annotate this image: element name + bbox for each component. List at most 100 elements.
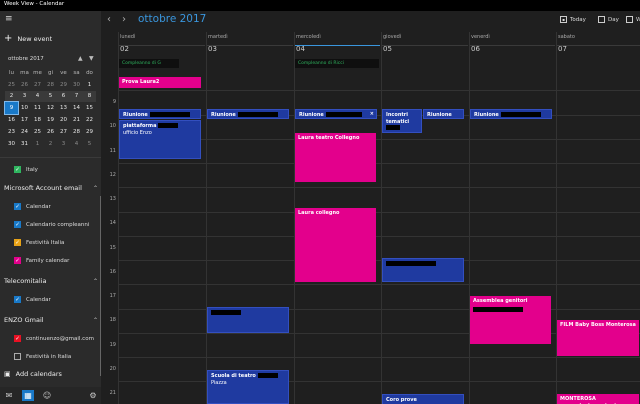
- mini-day[interactable]: 20: [57, 114, 70, 126]
- checkbox-checked-icon[interactable]: ✓: [14, 335, 21, 342]
- mail-icon[interactable]: ✉: [3, 390, 15, 401]
- day-header-friday[interactable]: venerdì 06: [469, 32, 555, 77]
- event-film-baby-boss[interactable]: FILM Baby Boss Monterosa: [557, 320, 639, 356]
- month-title[interactable]: ottobre 2017: [138, 13, 206, 25]
- mini-day[interactable]: 29: [57, 79, 70, 91]
- checkbox-unchecked-icon[interactable]: [14, 353, 21, 360]
- chevron-up-icon[interactable]: ▲: [78, 55, 83, 62]
- mini-day[interactable]: 11: [31, 102, 44, 114]
- account-group-gmail[interactable]: ENZO Gmail ⌃: [4, 316, 98, 324]
- event-riunione-thu[interactable]: Riunione: [423, 109, 464, 119]
- mini-day[interactable]: 28: [44, 79, 57, 91]
- people-icon[interactable]: ☺: [41, 390, 53, 401]
- day-header-tuesday[interactable]: martedì 03: [206, 32, 293, 77]
- next-week-icon[interactable]: ›: [122, 14, 126, 25]
- day-view-button[interactable]: Day: [598, 16, 619, 23]
- week-view-button[interactable]: W: [626, 16, 640, 23]
- mini-day[interactable]: 24: [18, 126, 31, 138]
- mini-day[interactable]: 23: [5, 126, 18, 138]
- calendar-item-italy[interactable]: ✓ Italy: [14, 166, 38, 173]
- checkbox-checked-icon[interactable]: ✓: [14, 166, 21, 173]
- day-header-saturday[interactable]: sabato 07: [556, 32, 640, 77]
- mini-day[interactable]: 12: [44, 102, 57, 114]
- mini-day[interactable]: 29: [83, 126, 96, 138]
- mini-day[interactable]: 3: [57, 138, 70, 150]
- mini-day[interactable]: 25: [5, 79, 18, 91]
- account-group-telecom[interactable]: Telecomitalia ⌃: [4, 277, 98, 285]
- chevron-down-icon[interactable]: ▼: [89, 55, 94, 62]
- event-incontri-tematici[interactable]: Incontri tematici: [382, 109, 422, 133]
- mini-day[interactable]: 5: [44, 90, 57, 103]
- all-day-event[interactable]: Compleanno di G: [119, 59, 179, 68]
- mini-day[interactable]: 25: [31, 126, 44, 138]
- event-monterosa-presentazione[interactable]: MONTEROSA presentazione stagione: [557, 394, 639, 404]
- event-laura-collegno[interactable]: Laura collegno: [295, 208, 376, 282]
- day-header-monday[interactable]: lunedì 02: [118, 32, 205, 77]
- event-riunione-mon[interactable]: Riunione: [119, 109, 201, 119]
- mini-day[interactable]: 4: [31, 90, 44, 103]
- calendar-item-telecom[interactable]: ✓ Calendar: [14, 296, 51, 303]
- new-event-button[interactable]: + New event: [4, 34, 52, 44]
- mini-day[interactable]: 17: [18, 114, 31, 126]
- mini-day[interactable]: 16: [5, 114, 18, 126]
- mini-day[interactable]: 6: [57, 90, 70, 103]
- settings-gear-icon[interactable]: ⚙: [87, 390, 99, 401]
- today-button[interactable]: ▪ Today: [560, 16, 586, 23]
- mini-day[interactable]: 18: [31, 114, 44, 126]
- event-piattaforma[interactable]: piattaforma ufficio Enzo: [119, 120, 201, 159]
- mini-day[interactable]: 26: [18, 79, 31, 91]
- event-thursday-afternoon[interactable]: [382, 258, 464, 282]
- checkbox-checked-icon[interactable]: ✓: [14, 296, 21, 303]
- mini-day[interactable]: 13: [57, 102, 70, 114]
- event-scuola-teatro[interactable]: Scuola di teatro Piazza: [207, 370, 289, 404]
- day-header-wednesday[interactable]: mercoledì 04: [294, 32, 380, 77]
- checkbox-checked-icon[interactable]: ✓: [14, 221, 21, 228]
- day-header-thursday[interactable]: giovedì 05: [381, 32, 468, 77]
- calendar-item-festivita-italia[interactable]: Festività in Italia: [14, 353, 71, 360]
- mini-day[interactable]: 4: [70, 138, 83, 150]
- mini-day[interactable]: 27: [31, 79, 44, 91]
- all-day-event[interactable]: Compleanno di Ricci: [295, 59, 379, 68]
- mini-day[interactable]: 15: [83, 102, 96, 114]
- calendar-item-gmail[interactable]: ✓ continuenzo@gmail.com: [14, 335, 94, 342]
- calendar-item-festivita[interactable]: ✓ Festività Italia: [14, 239, 64, 246]
- event-coro-prove[interactable]: Coro prove: [382, 394, 464, 404]
- calendar-item-compleanni[interactable]: ✓ Calendario compleanni: [14, 221, 89, 228]
- checkbox-checked-icon[interactable]: ✓: [14, 203, 21, 210]
- previous-week-icon[interactable]: ‹: [107, 14, 111, 25]
- event-riunione-tue[interactable]: Riunione: [207, 109, 289, 119]
- mini-day[interactable]: 1: [83, 79, 96, 91]
- mini-day[interactable]: 2: [5, 90, 18, 103]
- mini-day[interactable]: 21: [70, 114, 83, 126]
- mini-day[interactable]: 8: [83, 90, 96, 103]
- mini-day[interactable]: 19: [44, 114, 57, 126]
- checkbox-checked-icon[interactable]: ✓: [14, 239, 21, 246]
- mini-day[interactable]: 10: [18, 102, 31, 114]
- event-riunione-wed[interactable]: Riunione ×: [295, 109, 377, 119]
- calendar-icon[interactable]: ▦: [22, 390, 34, 401]
- mini-day[interactable]: 30: [70, 79, 83, 91]
- event-laura-teatro-collegno[interactable]: Laura teatro Collegno: [295, 133, 376, 182]
- mini-day-today[interactable]: 9: [4, 101, 19, 116]
- hamburger-menu-icon[interactable]: ≡: [5, 15, 13, 24]
- mini-day[interactable]: 27: [57, 126, 70, 138]
- mini-month-title[interactable]: ottobre 2017: [8, 56, 44, 62]
- mini-day[interactable]: 31: [18, 138, 31, 150]
- add-calendars-button[interactable]: ▣ Add calendars: [4, 370, 62, 378]
- mini-day[interactable]: 30: [5, 138, 18, 150]
- event-tuesday-afternoon[interactable]: [207, 307, 289, 333]
- mini-day[interactable]: 26: [44, 126, 57, 138]
- event-assemblea-genitori[interactable]: Assemblea genitori: [470, 296, 551, 344]
- calendar-item-family[interactable]: ✓ Family calendar: [14, 257, 69, 264]
- account-group-microsoft[interactable]: Microsoft Account email ⌃: [4, 184, 98, 192]
- event-riunione-fri[interactable]: Riunione: [470, 109, 552, 119]
- mini-day[interactable]: 5: [83, 138, 96, 150]
- mini-day[interactable]: 7: [70, 90, 83, 103]
- sidebar-scrollbar[interactable]: [100, 196, 101, 376]
- mini-day[interactable]: 1: [31, 138, 44, 150]
- mini-day[interactable]: 14: [70, 102, 83, 114]
- calendar-item-calendar[interactable]: ✓ Calendar: [14, 203, 51, 210]
- mini-day[interactable]: 28: [70, 126, 83, 138]
- mini-day[interactable]: 3: [18, 90, 31, 103]
- close-icon[interactable]: ×: [370, 111, 374, 118]
